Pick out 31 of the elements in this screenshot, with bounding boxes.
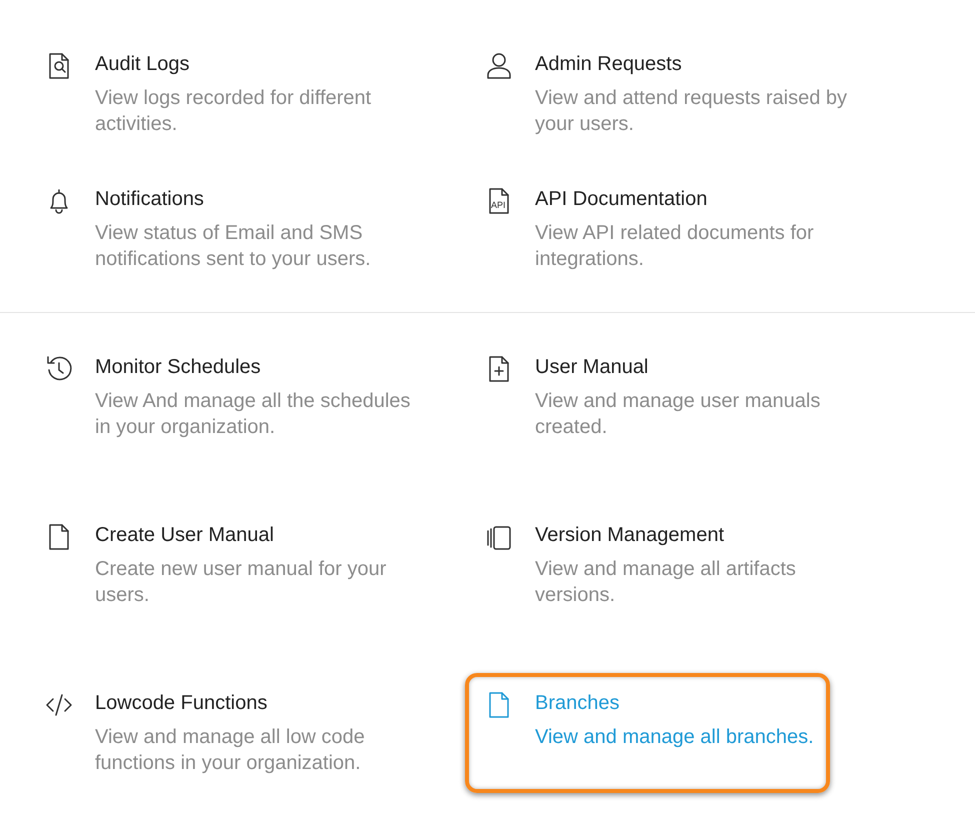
item-title: Audit Logs <box>95 52 191 77</box>
item-title: Branches <box>535 691 620 716</box>
item-title: API Documentation <box>535 187 708 212</box>
user-icon <box>485 51 513 81</box>
item-title: User Manual <box>535 355 650 380</box>
item-description: View status of Email and SMS notifications sent to your users. <box>95 221 372 272</box>
menu-item[interactable]: Notifications View status of Email and SMS notifications sent to your users. <box>25 169 436 289</box>
menu-item[interactable]: Version Management View and manage all artifacts versions. <box>465 505 876 625</box>
item-title: Monitor Schedules <box>95 355 262 380</box>
item-title: Admin Requests <box>535 52 683 77</box>
menu-item[interactable]: User Manual View and manage user manuals created. <box>465 337 876 457</box>
menu-item[interactable]: Audit Logs View logs recorded for different activities. <box>25 34 436 154</box>
item-description: View and manage all branches. <box>535 725 814 750</box>
item-description: View and manage all low code functions in your organization. <box>95 725 366 776</box>
item-description: Create new user manual for your users. <box>95 557 388 608</box>
item-title: Notifications <box>95 187 205 212</box>
menu-item[interactable]: Lowcode Functions View and manage all low code functions in your organization. <box>25 673 436 793</box>
item-description: View and manage user manuals created. <box>535 389 822 440</box>
item-title: Version Management <box>535 523 726 548</box>
item-description: View and attend requests raised by your users. <box>535 86 848 137</box>
menu-item[interactable]: API API Documentation View API related documents for integrations. <box>465 169 876 289</box>
icon-label: API <box>491 200 506 210</box>
item-title: Lowcode Functions <box>95 691 268 716</box>
menu-item[interactable]: Admin Requests View and attend requests raised by your users. <box>465 34 876 154</box>
item-description: View logs recorded for different activities. <box>95 86 372 137</box>
item-description: View And manage all the schedules in your organization. <box>95 389 412 440</box>
item-description: View and manage all artifacts versions. <box>535 557 797 608</box>
menu-item[interactable]: Monitor Schedules View And manage all the schedules in your organization. <box>25 337 436 457</box>
menu-item[interactable]: Create User Manual Create new user manual for your users. <box>25 505 436 625</box>
item-description: View API related documents for integrations. <box>535 221 815 272</box>
item-title: Create User Manual <box>95 523 275 548</box>
